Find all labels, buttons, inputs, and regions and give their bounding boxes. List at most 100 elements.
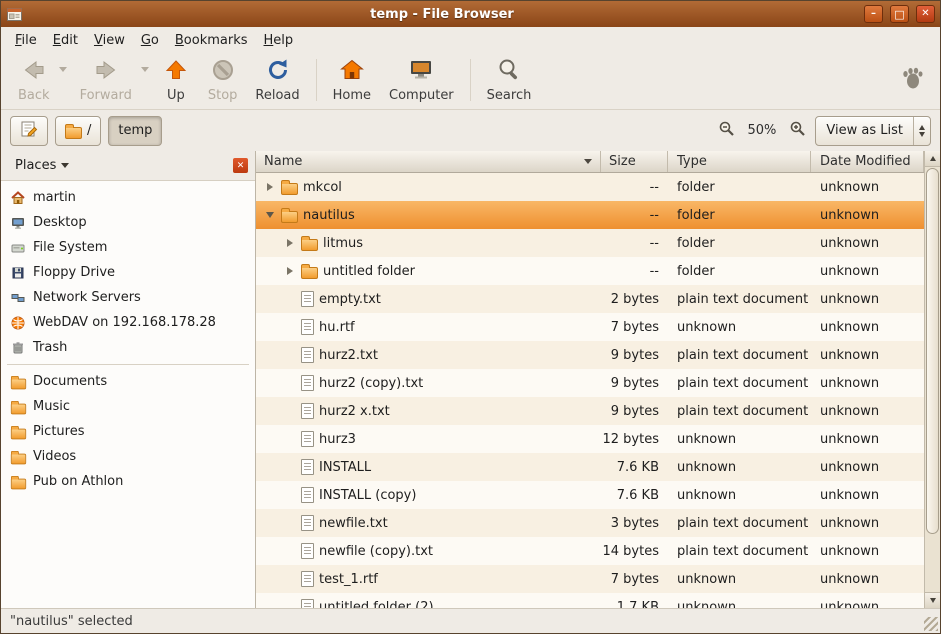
- name-cell: INSTALL: [256, 459, 601, 475]
- toolbar-group-stop: Stop: [199, 55, 247, 105]
- sidebar-item-trash[interactable]: Trash: [1, 335, 255, 360]
- size-cell: 7 bytes: [601, 572, 668, 587]
- sidebar-item-webdav-on-192-168-178-28[interactable]: WebDAV on 192.168.178.28: [1, 310, 255, 335]
- folder-icon: [10, 449, 26, 465]
- resize-grip[interactable]: [924, 617, 938, 631]
- date-modified-cell: unknown: [811, 460, 924, 475]
- file-row-hurz3[interactable]: hurz312 bytesunknownunknown: [256, 425, 924, 453]
- expander-collapsed-icon[interactable]: [284, 237, 296, 249]
- maximize-button[interactable]: [890, 5, 909, 23]
- reload-button[interactable]: Reload: [246, 55, 308, 105]
- forward-arrow-icon: [93, 57, 119, 87]
- file-row-nautilus[interactable]: nautilus--folderunknown: [256, 201, 924, 229]
- menu-view[interactable]: View: [86, 30, 133, 51]
- file-row-mkcol[interactable]: mkcol--folderunknown: [256, 173, 924, 201]
- scroll-down-button[interactable]: [925, 592, 940, 608]
- type-cell: plain text document: [668, 348, 811, 363]
- expander-collapsed-icon[interactable]: [264, 181, 276, 193]
- expander-expanded-icon[interactable]: [264, 209, 276, 221]
- sidebar-item-martin[interactable]: martin: [1, 185, 255, 210]
- size-cell: 1.7 KB: [601, 600, 668, 609]
- sidebar-item-file-system[interactable]: File System: [1, 235, 255, 260]
- file-row-untitled-folder[interactable]: untitled folder--folderunknown: [256, 257, 924, 285]
- path-button-current[interactable]: temp: [108, 116, 162, 146]
- scrollbar-thumb[interactable]: [926, 168, 939, 534]
- file-row-hu-rtf[interactable]: hu.rtf7 bytesunknownunknown: [256, 313, 924, 341]
- up-button[interactable]: Up: [153, 55, 199, 105]
- back-history-dropdown-icon: [59, 67, 67, 72]
- file-name: INSTALL: [319, 460, 371, 475]
- size-cell: --: [601, 208, 668, 223]
- date-modified-cell: unknown: [811, 516, 924, 531]
- title-bar[interactable]: temp - File Browser: [1, 1, 940, 27]
- sidebar-item-pub-on-athlon[interactable]: Pub on Athlon: [1, 469, 255, 494]
- file-row-untitled-folder-2[interactable]: untitled folder (2)1.7 KBunknownunknown: [256, 593, 924, 608]
- file-row-newfile-copy-txt[interactable]: newfile (copy).txt14 bytesplain text doc…: [256, 537, 924, 565]
- expander-spacer: [284, 489, 296, 501]
- home-folder-icon: [10, 190, 26, 206]
- toolbar-group-up: Up: [153, 55, 199, 105]
- path-root-label: /: [87, 123, 91, 138]
- expander-spacer: [284, 545, 296, 557]
- folder-icon: [281, 183, 298, 195]
- size-cell: --: [601, 180, 668, 195]
- name-cell: hurz2.txt: [256, 347, 601, 363]
- menu-go[interactable]: Go: [133, 30, 167, 51]
- sidebar-item-label: Network Servers: [33, 290, 141, 305]
- scroll-up-button[interactable]: [925, 151, 940, 167]
- sidebar-close-button[interactable]: ✕: [233, 158, 248, 173]
- vertical-scrollbar[interactable]: [924, 151, 940, 608]
- sidebar-item-label: Documents: [33, 374, 107, 389]
- sidebar-item-pictures[interactable]: Pictures: [1, 419, 255, 444]
- view-mode-spinner[interactable]: [913, 117, 930, 145]
- minimize-button[interactable]: [864, 5, 883, 23]
- folder-icon: [10, 399, 26, 415]
- menu-bookmarks[interactable]: Bookmarks: [167, 30, 256, 51]
- sidebar-item-videos[interactable]: Videos: [1, 444, 255, 469]
- up-label: Up: [167, 88, 185, 103]
- menu-edit[interactable]: Edit: [45, 30, 86, 51]
- file-row-test-1-rtf[interactable]: test_1.rtf7 bytesunknownunknown: [256, 565, 924, 593]
- sidebar-item-music[interactable]: Music: [1, 394, 255, 419]
- text-file-icon: [301, 459, 314, 475]
- home-button[interactable]: Home: [324, 55, 380, 105]
- computer-button[interactable]: Computer: [380, 55, 463, 105]
- menu-bar: FileEditViewGoBookmarksHelp: [1, 27, 940, 53]
- file-name: mkcol: [303, 180, 342, 195]
- file-row-hurz2-x-txt[interactable]: hurz2 x.txt9 bytesplain text documentunk…: [256, 397, 924, 425]
- places-selector-button[interactable]: Places: [8, 155, 76, 176]
- scrollbar-track[interactable]: [925, 167, 940, 592]
- column-header-size[interactable]: Size: [601, 151, 668, 172]
- expander-collapsed-icon[interactable]: [284, 265, 296, 277]
- menu-file[interactable]: File: [7, 30, 45, 51]
- column-header-type[interactable]: Type: [668, 151, 811, 172]
- sidebar-item-label: Trash: [33, 340, 67, 355]
- sidebar-item-desktop[interactable]: Desktop: [1, 210, 255, 235]
- zoom-out-button[interactable]: [716, 119, 738, 143]
- edit-location-button[interactable]: [10, 116, 48, 146]
- view-mode-combo[interactable]: View as List: [815, 116, 931, 146]
- file-row-hurz2-copy-txt[interactable]: hurz2 (copy).txt9 bytesplain text docume…: [256, 369, 924, 397]
- column-header-name[interactable]: Name: [256, 151, 601, 172]
- file-row-hurz2-txt[interactable]: hurz2.txt9 bytesplain text documentunkno…: [256, 341, 924, 369]
- search-button[interactable]: Search: [478, 55, 541, 105]
- file-row-newfile-txt[interactable]: newfile.txt3 bytesplain text documentunk…: [256, 509, 924, 537]
- file-row-install[interactable]: INSTALL7.6 KBunknownunknown: [256, 453, 924, 481]
- file-row-litmus[interactable]: litmus--folderunknown: [256, 229, 924, 257]
- file-row-install-copy[interactable]: INSTALL (copy)7.6 KBunknownunknown: [256, 481, 924, 509]
- size-cell: 14 bytes: [601, 544, 668, 559]
- close-button[interactable]: [916, 5, 935, 23]
- toolbar-separator: [316, 59, 317, 101]
- column-header-date-modified[interactable]: Date Modified: [811, 151, 924, 172]
- path-button-root[interactable]: /: [55, 116, 101, 146]
- sidebar-item-floppy-drive[interactable]: Floppy Drive: [1, 260, 255, 285]
- sidebar-item-documents[interactable]: Documents: [1, 369, 255, 394]
- zoom-in-button[interactable]: [786, 119, 808, 143]
- toolbar-group-computer: Computer: [380, 55, 463, 105]
- sidebar-item-network-servers[interactable]: Network Servers: [1, 285, 255, 310]
- file-row-empty-txt[interactable]: empty.txt2 bytesplain text documentunkno…: [256, 285, 924, 313]
- menu-help[interactable]: Help: [256, 30, 302, 51]
- file-list-body: mkcol--folderunknownnautilus--folderunkn…: [256, 173, 924, 608]
- stop-button: Stop: [199, 55, 247, 105]
- sidebar-item-label: Videos: [33, 449, 76, 464]
